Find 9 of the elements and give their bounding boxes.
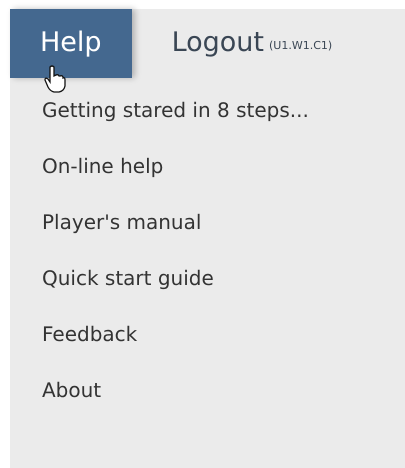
menu-tab[interactable]: Help xyxy=(10,9,132,78)
menu-item[interactable]: About xyxy=(42,362,405,418)
menu-item[interactable]: Player's manual xyxy=(42,194,405,250)
menu-item[interactable]: Getting stared in 8 steps... xyxy=(42,82,405,138)
menu-item[interactable]: Feedback xyxy=(42,306,405,362)
menu-tab[interactable]: Logout (U1.W1.C1) xyxy=(132,9,372,78)
hand-cursor-icon xyxy=(44,65,66,93)
menu-item[interactable]: Quick start guide xyxy=(42,250,405,306)
menu-item[interactable]: On-line help xyxy=(42,138,405,194)
